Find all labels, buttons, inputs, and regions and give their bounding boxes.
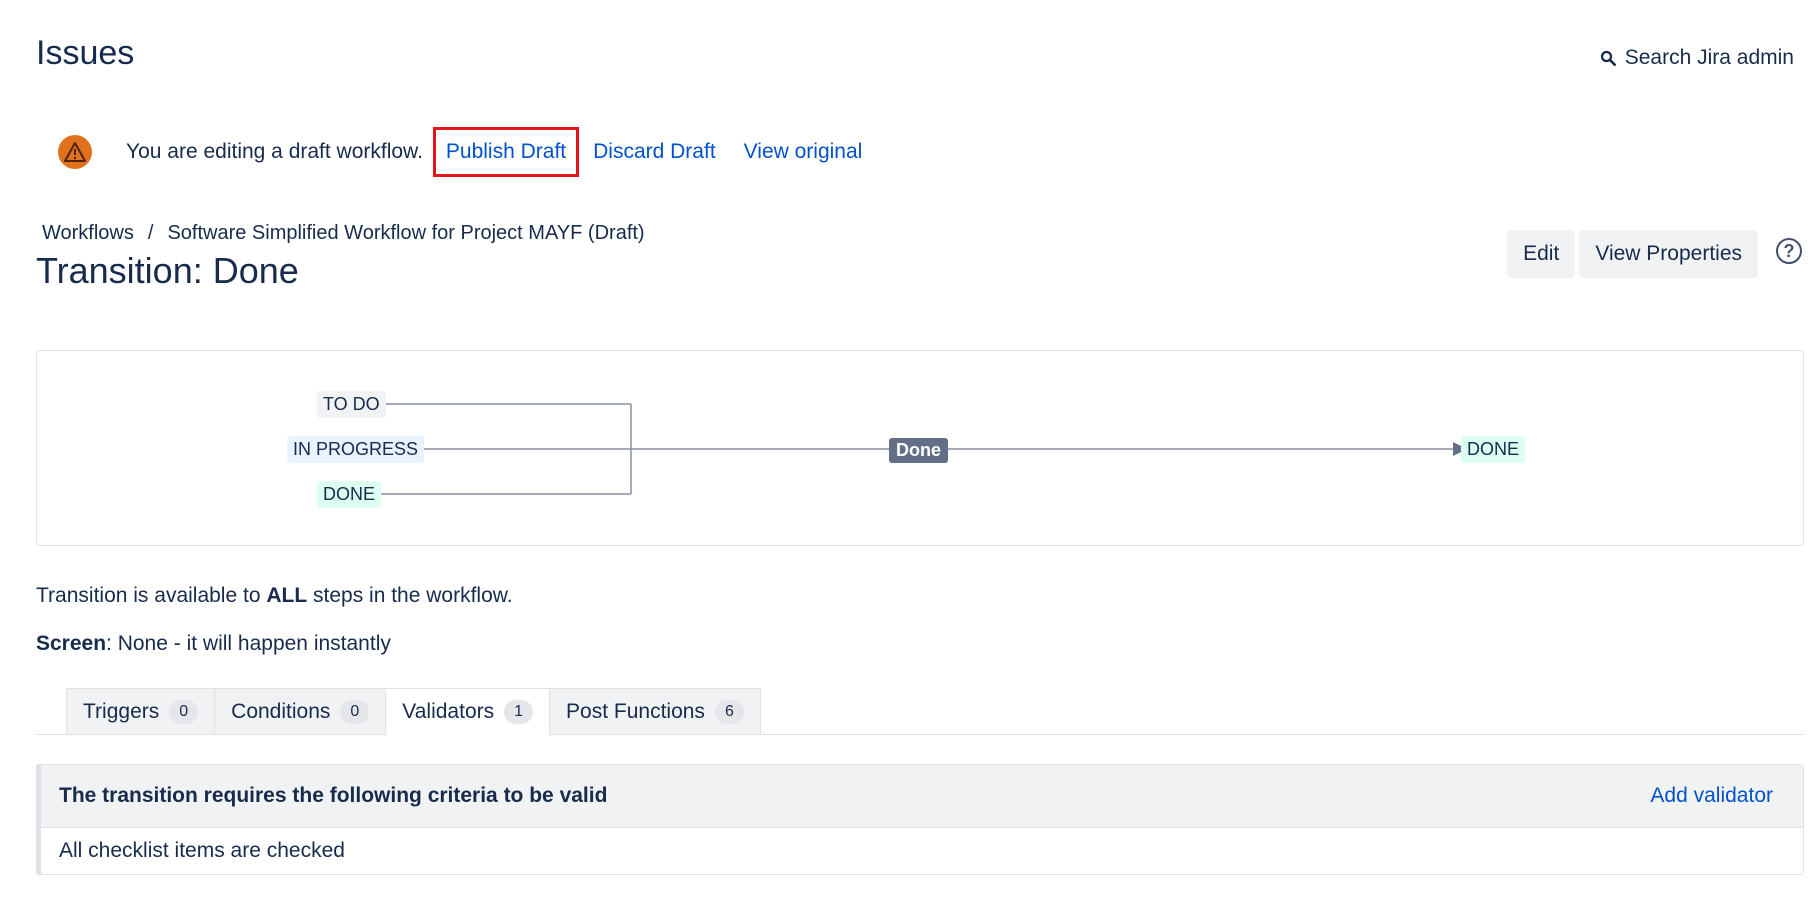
tab-label: Conditions [231,699,331,723]
validator-item: All checklist items are checked [59,839,345,862]
header-actions: Edit View Properties [1507,230,1758,278]
screen-label: Screen [36,632,107,655]
transition-availability: Transition is available to ALL steps in … [36,584,513,608]
add-validator-link[interactable]: Add validator [1650,784,1773,808]
workflow-transition-diagram: TO DO IN PROGRESS DONE Done DONE [36,350,1804,546]
availability-prefix: Transition is available to [36,584,267,607]
status-done-target: DONE [1461,436,1526,463]
warning-icon [58,135,92,169]
transition-done-label: Done [889,438,948,463]
search-jira-admin-link[interactable]: Search Jira admin [1599,46,1794,70]
edit-button[interactable]: Edit [1507,230,1576,278]
validators-header-title: The transition requires the following cr… [59,784,608,807]
search-icon [1600,50,1616,67]
search-jira-admin-label: Search Jira admin [1624,46,1794,69]
tab-count-badge: 0 [340,699,370,724]
breadcrumb-workflow-name[interactable]: Software Simplified Workflow for Project… [167,222,644,245]
transition-tabs: Triggers 0 Conditions 0 Validators 1 Post F… [36,688,1804,735]
availability-bold: ALL [266,584,308,607]
tab-label: Validators [402,700,495,723]
transition-screen: Screen: None - it will happen instantly [36,632,391,656]
breadcrumb: Workflows / Software Simplified Workflow… [42,222,645,245]
validators-header: The transition requires the following cr… [41,765,1803,828]
tab-post-functions[interactable]: Post Functions 6 [549,688,761,734]
transition-title: Transition: Done [36,250,299,291]
tab-count-badge: 6 [714,699,744,724]
view-properties-button[interactable]: View Properties [1579,230,1758,278]
tab-label: Triggers [83,699,160,723]
status-todo: TO DO [317,391,386,418]
draft-message: You are editing a draft workflow. [126,140,423,163]
view-original-link[interactable]: View original [730,140,877,164]
draft-warning-bar: You are editing a draft workflow. Publis… [58,127,877,177]
tab-validators[interactable]: Validators 1 [385,688,551,735]
tab-count-badge: 1 [504,700,534,724]
tab-triggers[interactable]: Triggers 0 [66,688,216,734]
status-in-progress: IN PROGRESS [287,436,425,463]
breadcrumb-separator: / [147,222,154,244]
availability-suffix: steps in the workflow. [307,584,513,607]
tab-count-badge: 0 [169,699,199,724]
validators-panel: The transition requires the following cr… [36,764,1804,875]
page-header-title: Issues [36,34,135,72]
breadcrumb-workflows[interactable]: Workflows [42,222,134,245]
screen-value: : None - it will happen instantly [106,632,391,655]
tab-label: Post Functions [566,699,705,723]
discard-draft-link[interactable]: Discard Draft [579,140,730,164]
tab-conditions[interactable]: Conditions 0 [214,688,387,734]
publish-draft-link[interactable]: Publish Draft [432,127,580,177]
help-icon[interactable]: ? [1776,238,1802,264]
status-done-source: DONE [317,481,382,508]
